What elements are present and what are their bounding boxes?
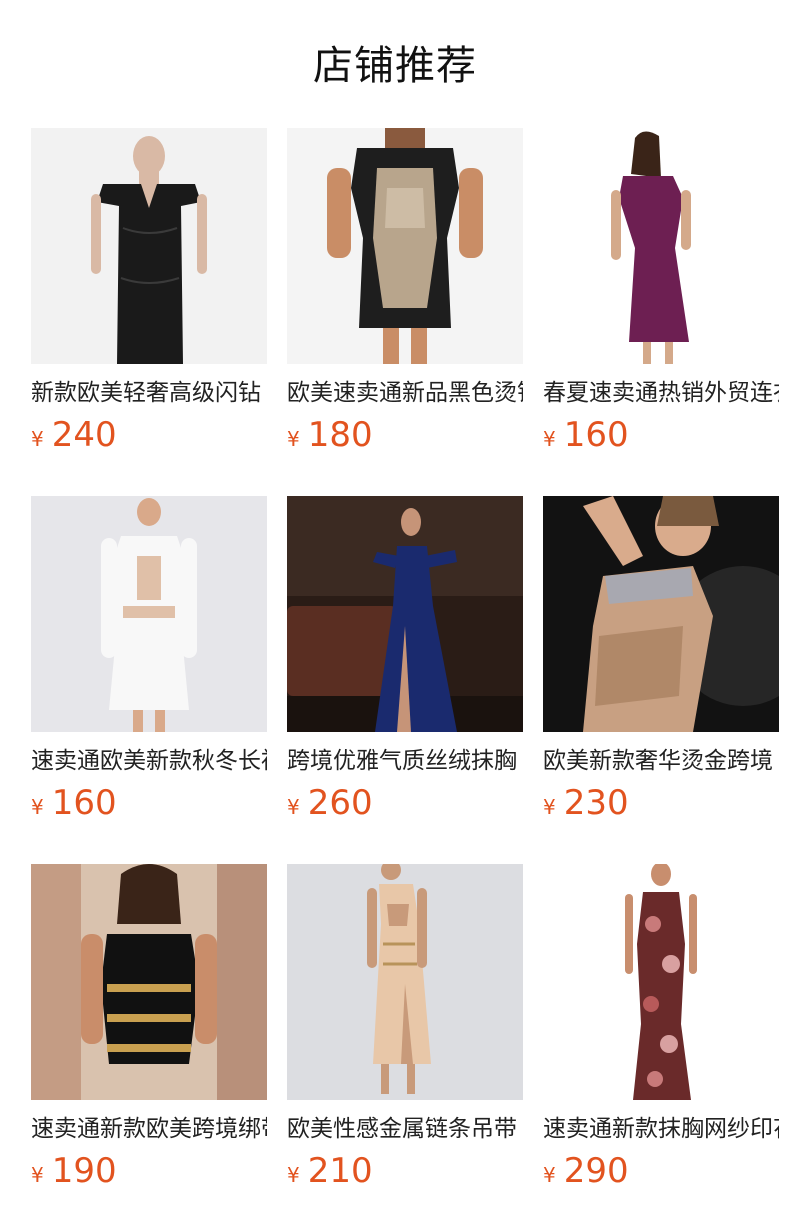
product-name[interactable]: 速卖通新款抹胸网纱印花 [543, 1113, 779, 1145]
product-name[interactable]: 春夏速卖通热销外贸连衣裙 [543, 377, 779, 409]
currency-symbol: ¥ [31, 1163, 44, 1187]
product-name[interactable]: 欧美性感金属链条吊带 [287, 1113, 523, 1145]
product-image-purple-cap-sleeve-dress[interactable] [543, 128, 779, 364]
product-card[interactable]: 欧美速卖通新品黑色烫钻 ¥180 [287, 128, 523, 496]
currency-symbol: ¥ [287, 795, 300, 819]
currency-symbol: ¥ [543, 795, 556, 819]
product-price: ¥260 [287, 781, 523, 825]
product-image-black-buckle-dress[interactable] [31, 864, 267, 1100]
product-image-floral-strapless-maxi-dress[interactable] [543, 864, 779, 1100]
product-name[interactable]: 跨境优雅气质丝绒抹胸 [287, 745, 523, 777]
product-card[interactable]: 速卖通欧美新款秋冬长袖 ¥160 [31, 496, 267, 864]
product-name[interactable]: 新款欧美轻奢高级闪钻 [31, 377, 267, 409]
price-value: 240 [51, 415, 117, 455]
product-card[interactable]: 跨境优雅气质丝绒抹胸 ¥260 [287, 496, 523, 864]
product-image-white-cutout-bandage-dress[interactable] [31, 496, 267, 732]
product-price: ¥230 [543, 781, 779, 825]
product-grid: 新款欧美轻奢高级闪钻 ¥240 欧美速卖通新品黑色烫钻 ¥ 180 春夏速卖通热… [31, 128, 779, 1232]
page-title: 店铺推荐 [313, 43, 477, 89]
product-name[interactable]: 速卖通新款欧美跨境绑带 [31, 1113, 267, 1145]
price-value: 190 [51, 1151, 117, 1191]
product-price: ¥290 [543, 1149, 779, 1193]
product-price: ¥240 [31, 413, 267, 457]
product-name[interactable]: 欧美速卖通新品黑色烫钻 [287, 377, 523, 409]
page: 店铺推荐 新款欧美轻奢高级闪钻 ¥240 欧美速卖通新品黑色烫钻 ¥ 180 春… [0, 0, 790, 1232]
currency-symbol: ¥ [287, 427, 300, 451]
product-card[interactable]: 欧美新款奢华烫金跨境 ¥230 [543, 496, 779, 864]
price-value: 160 [51, 783, 117, 823]
product-price: ¥160 [31, 781, 267, 825]
product-card[interactable]: 新款欧美轻奢高级闪钻 ¥240 [31, 128, 267, 496]
price-value: 290 [563, 1151, 629, 1191]
product-name[interactable]: 速卖通欧美新款秋冬长袖 [31, 745, 267, 777]
price-value: 210 [307, 1151, 373, 1191]
product-name[interactable]: 欧美新款奢华烫金跨境 [543, 745, 779, 777]
product-image-navy-velvet-gown[interactable] [287, 496, 523, 732]
product-card[interactable]: 欧美性感金属链条吊带 ¥210 [287, 864, 523, 1232]
currency-symbol: ¥ [543, 427, 556, 451]
product-image-gold-beaded-dress[interactable] [543, 496, 779, 732]
product-card[interactable]: 速卖通新款欧美跨境绑带 ¥190 [31, 864, 267, 1232]
product-card[interactable]: 速卖通新款抹胸网纱印花 ¥290 [543, 864, 779, 1232]
price-value: 160 [563, 415, 629, 455]
product-image-black-sequin-off-shoulder-dress[interactable] [31, 128, 267, 364]
price-value: 230 [563, 783, 629, 823]
currency-symbol: ¥ [287, 1163, 300, 1187]
product-image-black-rhinestone-bodycon-dress[interactable] [287, 128, 523, 364]
product-image-nude-chain-slit-dress[interactable] [287, 864, 523, 1100]
product-price: ¥180 [287, 413, 523, 457]
product-card[interactable]: 春夏速卖通热销外贸连衣裙 ¥160 [543, 128, 779, 496]
currency-symbol: ¥ [543, 1163, 556, 1187]
currency-symbol: ¥ [31, 427, 44, 451]
price-value: 260 [307, 783, 373, 823]
product-price: ¥160 [543, 413, 779, 457]
currency-symbol: ¥ [31, 795, 44, 819]
product-price: ¥210 [287, 1149, 523, 1193]
price-value: 180 [307, 415, 373, 455]
product-price: ¥190 [31, 1149, 267, 1193]
